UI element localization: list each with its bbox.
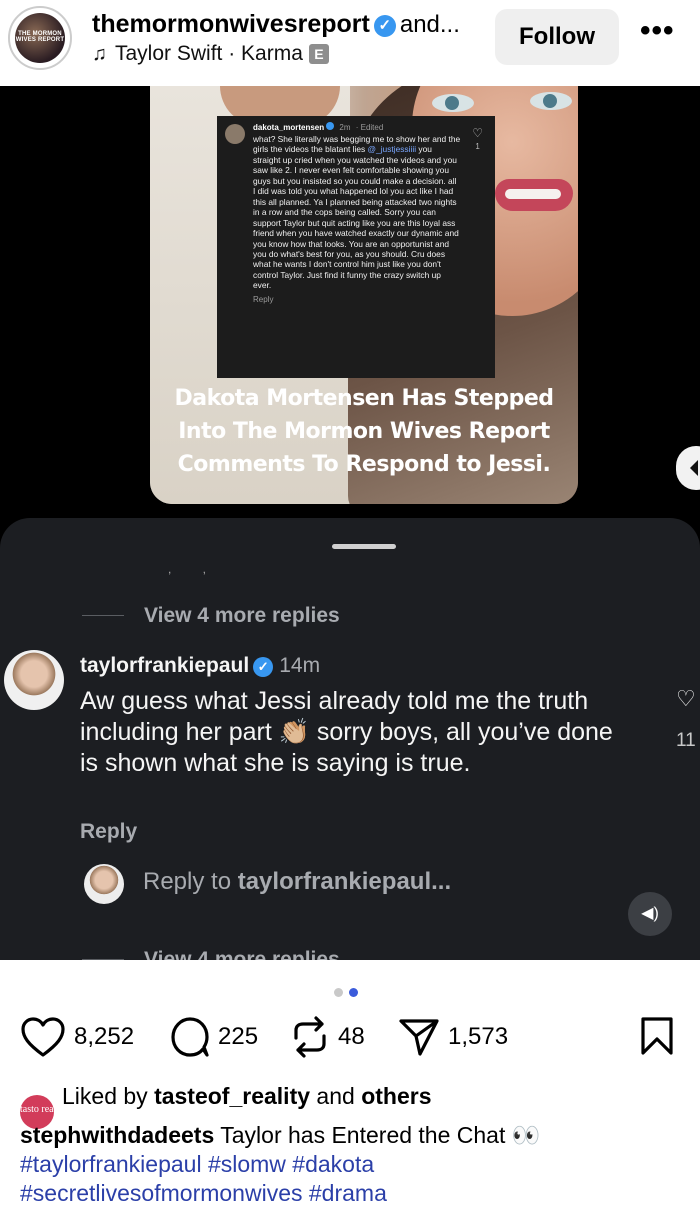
liked-by-user[interactable]: tasteof_reality <box>154 1083 310 1109</box>
reply-input-prefix: Reply to <box>143 868 238 895</box>
screenshot-username: dakota_mortensen <box>253 123 325 132</box>
truncated-text: , , <box>168 562 221 576</box>
caption-text: Taylor has Entered the Chat 👀 <box>220 1122 541 1148</box>
screenshot-reply-label: Reply <box>253 294 274 304</box>
post-header: THE MORMON WIVES REPORT themormonwivesre… <box>0 0 700 86</box>
post-actions: 8,252 225 48 1,573 <box>20 1014 680 1060</box>
carousel-dot-active <box>349 988 358 997</box>
view-more-replies-top[interactable]: View 4 more replies <box>82 604 340 628</box>
post-caption: stephwithdadeets Taylor has Entered the … <box>20 1121 680 1208</box>
carousel-dot <box>334 988 343 997</box>
comment-bubble-icon[interactable] <box>170 1016 210 1058</box>
reply-input-user: taylorfrankiepaul... <box>237 868 452 895</box>
send-icon[interactable] <box>398 1016 440 1058</box>
repost-action[interactable]: 48 <box>290 1014 365 1060</box>
collab-and-more[interactable]: and... <box>400 11 460 38</box>
avatar-image: THE MORMON WIVES REPORT <box>15 13 65 63</box>
account-username[interactable]: themormonwivesreport ✓ and... <box>92 10 460 39</box>
woman-eye-left <box>432 94 474 112</box>
thread-line <box>82 959 124 960</box>
comment-text: Aw guess what Jessi already told me the … <box>80 686 620 779</box>
repost-icon[interactable] <box>290 1016 330 1058</box>
woman-smile <box>505 189 561 199</box>
post-media[interactable]: dakota_mortensen 2m · Edited what? She l… <box>0 86 700 960</box>
more-horizontal-icon[interactable]: ••• <box>640 14 675 48</box>
view-more-replies-bottom[interactable]: View 4 more replies <box>82 948 340 960</box>
view-more-label[interactable]: View 4 more replies <box>144 604 340 627</box>
explicit-badge: E <box>308 44 329 64</box>
reply-avatar <box>84 864 124 904</box>
clapping-hands-icon: 👏🏼 <box>278 718 310 746</box>
music-artist: Taylor Swift <box>115 42 223 65</box>
verified-badge-icon: ✓ <box>253 657 274 677</box>
caption-username[interactable]: stephwithdadeets <box>20 1122 214 1148</box>
commenter-avatar[interactable] <box>4 650 64 710</box>
media-overlay-title: Dakota Mortensen Has Stepped Into The Mo… <box>174 386 554 477</box>
liked-by-prefix: Liked by <box>62 1083 148 1109</box>
follow-button[interactable]: Follow <box>495 9 619 65</box>
comment-time: 14m <box>279 654 321 677</box>
reply-input[interactable]: Reply to taylorfrankiepaul... <box>143 868 451 896</box>
comment-like-count: 11 <box>676 730 696 751</box>
screenshot-time: 2m <box>339 123 351 132</box>
thread-line <box>82 615 124 616</box>
screenshot-mention: @_justjessiiii <box>367 144 417 155</box>
like-action[interactable]: 8,252 <box>20 1014 134 1060</box>
share-action[interactable]: 1,573 <box>398 1014 508 1060</box>
bookmark-icon[interactable] <box>640 1016 674 1056</box>
commenter-username[interactable]: taylorfrankiepaul <box>80 654 249 677</box>
comment-action[interactable]: 225 <box>170 1014 258 1060</box>
screenshot-like-count: 1 <box>475 142 480 151</box>
share-count: 1,573 <box>448 1023 509 1050</box>
music-separator: · <box>228 42 236 65</box>
collapse-handle-icon[interactable] <box>676 446 700 490</box>
woman-eye-right <box>530 92 572 110</box>
screenshot-comment-text: what? She literally was begging me to sh… <box>253 134 461 291</box>
comments-sheet: , , View 4 more replies taylorfrankiepau… <box>0 518 700 960</box>
screenshot-heart-icon: ♡ <box>472 126 483 140</box>
sheet-drag-handle[interactable] <box>332 544 396 549</box>
screenshot-edited: · Edited <box>355 123 384 132</box>
view-more-label[interactable]: View 4 more replies <box>144 948 340 960</box>
account-avatar[interactable]: THE MORMON WIVES REPORT <box>8 6 72 70</box>
verified-badge-icon: ✓ <box>373 15 396 37</box>
caption-hashtags[interactable]: #taylorfrankiepaul #slomw #dakota <box>20 1151 374 1177</box>
repost-count: 48 <box>338 1023 365 1050</box>
liked-by-and: and <box>316 1083 355 1109</box>
comment-reply-button[interactable]: Reply <box>80 820 137 844</box>
comment-count: 225 <box>218 1023 259 1050</box>
comment-header: taylorfrankiepaul ✓ 14m <box>80 654 320 678</box>
avatar-logo-text: THE MORMON WIVES REPORT <box>15 31 65 43</box>
music-note-icon: ♫ <box>92 43 107 65</box>
carousel-indicator <box>334 984 364 1002</box>
screenshot-comment-card: dakota_mortensen 2m · Edited what? She l… <box>217 116 495 378</box>
like-count: 8,252 <box>74 1023 135 1050</box>
screenshot-text-part2: you straight up cried when you watched t… <box>253 144 459 291</box>
sound-toggle-icon[interactable]: ◀) <box>628 892 672 936</box>
screenshot-verified-icon <box>326 122 335 130</box>
screenshot-like: ♡ 1 <box>472 126 483 154</box>
comment-heart-icon[interactable]: ♡ <box>676 686 696 712</box>
heart-icon[interactable] <box>20 1016 66 1058</box>
liked-by-others[interactable]: others <box>361 1083 431 1109</box>
caption-hashtags[interactable]: #secretlivesofmormonwives #drama <box>20 1180 387 1206</box>
username-text[interactable]: themormonwivesreport <box>92 10 370 38</box>
screenshot-avatar <box>225 124 245 144</box>
music-attribution[interactable]: ♫ Taylor Swift · Karma E <box>92 42 329 66</box>
music-track: Karma <box>241 42 303 65</box>
screenshot-comment-header: dakota_mortensen 2m · Edited <box>253 122 485 132</box>
